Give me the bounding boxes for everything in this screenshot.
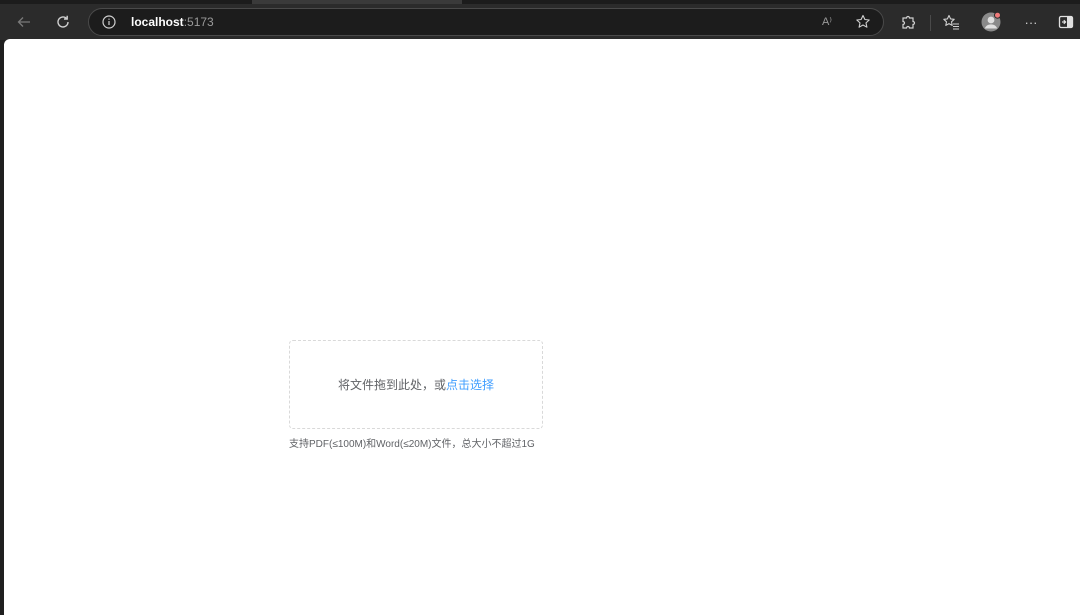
- browser-toolbar: localhost:5173 A⁾ ···: [0, 4, 1080, 40]
- page-viewport: 将文件拖到此处，或点击选择 支持PDF(≤100M)和Word(≤20M)文件，…: [4, 39, 1080, 615]
- puzzle-icon: [900, 14, 916, 30]
- url-text[interactable]: localhost:5173: [131, 15, 214, 29]
- sidebar-button[interactable]: [1050, 6, 1080, 38]
- refresh-button[interactable]: [47, 6, 79, 38]
- back-button[interactable]: [8, 6, 40, 38]
- favorites-icon: [942, 14, 960, 30]
- arrow-left-icon: [16, 14, 32, 30]
- upload-prompt-text: 将文件拖到此处，或: [337, 378, 446, 392]
- select-file-link[interactable]: 点击选择: [446, 378, 494, 392]
- address-bar[interactable]: localhost:5173 A⁾: [88, 8, 884, 36]
- extensions-button[interactable]: [892, 6, 924, 38]
- ellipsis-icon: ···: [1024, 14, 1038, 30]
- favorites-button[interactable]: [935, 6, 967, 38]
- star-icon[interactable]: [853, 13, 873, 31]
- avatar-icon: [980, 11, 1002, 33]
- upload-tip: 支持PDF(≤100M)和Word(≤20M)文件，总大小不超过1G: [289, 439, 535, 450]
- url-host: localhost: [131, 15, 184, 29]
- upload-prompt: 将文件拖到此处，或点击选择: [338, 376, 494, 393]
- more-button[interactable]: ···: [1015, 6, 1047, 38]
- read-aloud-icon[interactable]: A⁾: [817, 14, 837, 30]
- url-port: :5173: [183, 15, 214, 29]
- refresh-icon: [55, 14, 71, 30]
- profile-button[interactable]: [975, 6, 1007, 38]
- sidebar-icon: [1058, 14, 1074, 30]
- toolbar-separator: [930, 15, 931, 31]
- upload-dropzone[interactable]: 将文件拖到此处，或点击选择: [289, 340, 543, 429]
- info-icon[interactable]: [101, 14, 117, 30]
